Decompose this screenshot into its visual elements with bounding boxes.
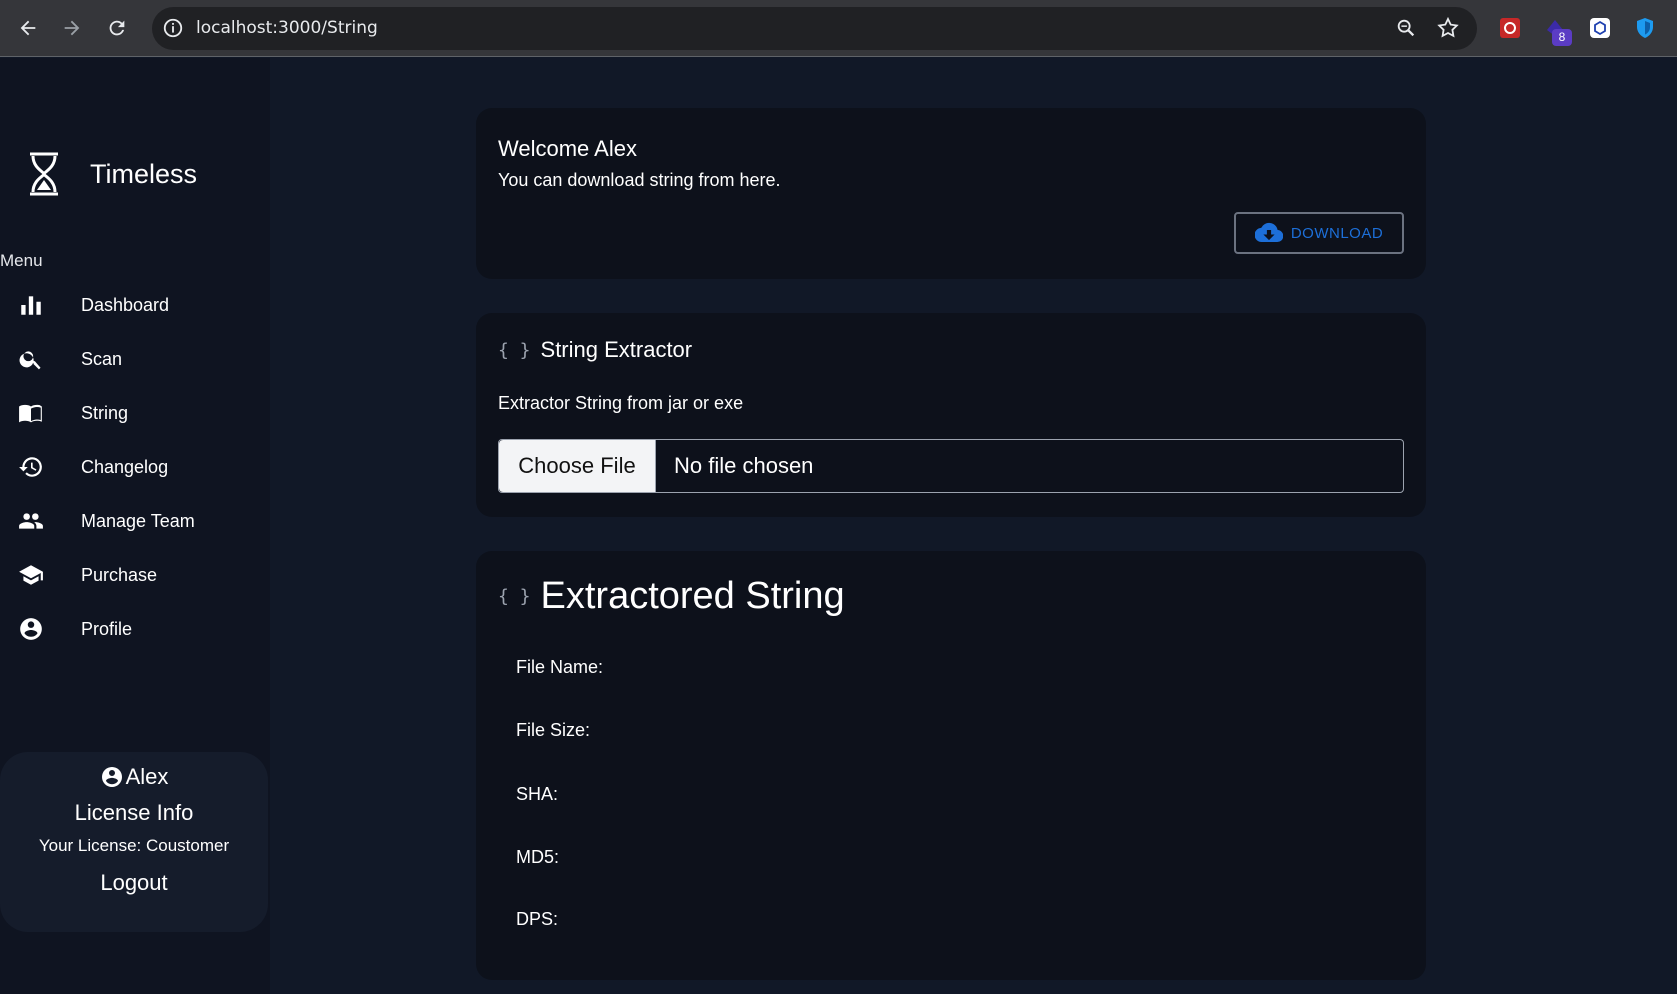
user-name: Alex	[125, 764, 169, 789]
account-circle-icon	[18, 616, 44, 642]
extractor-heading: { } String Extractor	[498, 337, 692, 363]
download-label: DOWNLOAD	[1290, 224, 1384, 242]
result-heading: { } Extractored String	[498, 575, 845, 618]
extractor-title: String Extractor	[540, 337, 693, 362]
sidebar-item-label: Changelog	[81, 456, 169, 477]
school-icon	[18, 562, 44, 588]
sidebar-item-profile[interactable]: Profile	[0, 602, 270, 656]
extractor-subtitle: Extractor String from jar or exe	[498, 393, 744, 413]
bookmark-star-icon[interactable]	[1436, 16, 1460, 40]
zoom-icon[interactable]	[1395, 17, 1417, 39]
sidebar-item-label: Profile	[81, 618, 133, 639]
extension-shield-icon[interactable]	[1633, 16, 1657, 40]
file-name-label: File Name:	[516, 657, 604, 677]
welcome-title: Welcome Alex	[498, 136, 637, 161]
extension-box-icon[interactable]	[1588, 16, 1612, 40]
sidebar: Timeless Menu Dashboard Scan String Chan…	[0, 58, 270, 994]
extracted-string-card: { } Extractored String File Name: File S…	[476, 551, 1426, 980]
sidebar-item-dashboard[interactable]: Dashboard	[0, 278, 270, 332]
people-icon	[18, 508, 44, 534]
book-icon	[18, 400, 44, 426]
menu-label: Menu	[0, 251, 43, 270]
account-circle-icon	[101, 767, 122, 787]
user-name-line: Alex	[0, 764, 268, 790]
extension-badge: 8	[1552, 29, 1572, 46]
sidebar-item-scan[interactable]: Scan	[0, 332, 270, 386]
license-info-title: License Info	[74, 800, 194, 825]
curly-braces-icon: { }	[498, 339, 531, 361]
logout-button[interactable]: Logout	[0, 870, 268, 896]
sidebar-item-manage-team[interactable]: Manage Team	[0, 494, 270, 548]
hourglass-logo-icon	[30, 152, 58, 196]
md5-label: MD5:	[516, 847, 560, 867]
file-input[interactable]: Choose File No file chosen	[498, 439, 1404, 493]
dps-label: DPS:	[516, 909, 559, 929]
sidebar-item-label: Purchase	[81, 564, 158, 585]
history-icon	[18, 454, 44, 480]
user-license-card: Alex License Info Your License: Coustome…	[0, 752, 268, 932]
sidebar-item-changelog[interactable]: Changelog	[0, 440, 270, 494]
site-info-icon[interactable]	[162, 17, 184, 39]
url-text[interactable]: localhost:3000/String	[196, 18, 378, 38]
welcome-card: Welcome Alex You can download string fro…	[476, 108, 1426, 279]
result-title: Extractored String	[540, 575, 845, 617]
string-extractor-card: { } String Extractor Extractor String fr…	[476, 313, 1426, 517]
sidebar-menu: Dashboard Scan String Changelog Manage T…	[0, 278, 270, 656]
sidebar-item-label: Manage Team	[81, 510, 195, 531]
license-text: Your License: Coustomer	[38, 836, 230, 855]
search-icon	[18, 346, 44, 372]
sidebar-item-purchase[interactable]: Purchase	[0, 548, 270, 602]
sidebar-item-string[interactable]: String	[0, 386, 270, 440]
sha-label: SHA:	[516, 784, 559, 804]
sidebar-item-label: Scan	[81, 348, 123, 369]
forward-icon[interactable]	[58, 14, 86, 42]
browser-toolbar: localhost:3000/String 8	[0, 0, 1677, 57]
back-icon[interactable]	[14, 14, 42, 42]
extension-red-icon[interactable]	[1498, 16, 1522, 40]
download-button[interactable]: DOWNLOAD	[1234, 212, 1404, 254]
brand-name: Timeless	[90, 158, 198, 189]
file-size-label: File Size:	[516, 720, 591, 740]
choose-file-button[interactable]: Choose File	[499, 440, 656, 492]
sidebar-item-label: Dashboard	[81, 294, 170, 315]
brand[interactable]: Timeless	[24, 150, 197, 198]
cloud-download-icon	[1254, 222, 1283, 243]
welcome-subtitle: You can download string from here.	[498, 170, 781, 190]
curly-braces-icon: { }	[498, 586, 531, 607]
file-status: No file chosen	[674, 453, 814, 478]
address-bar[interactable]: localhost:3000/String	[152, 7, 1477, 50]
reload-icon[interactable]	[103, 14, 131, 42]
sidebar-item-label: String	[81, 402, 129, 423]
bar-chart-icon	[18, 292, 44, 318]
